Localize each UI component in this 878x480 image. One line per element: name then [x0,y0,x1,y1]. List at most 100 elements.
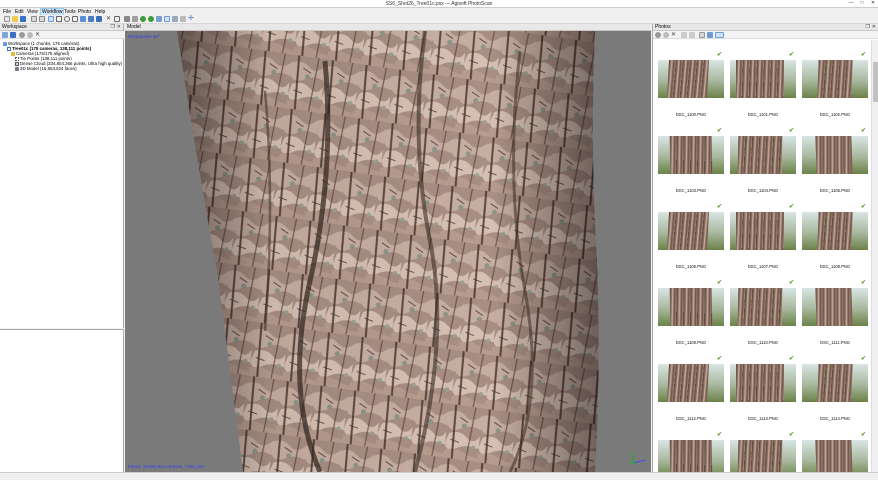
photo-tree-trunk [736,212,784,250]
dense-cloud-view-icon[interactable] [172,16,178,22]
add-chunk-icon[interactable] [2,32,8,38]
scrollbar-thumb[interactable] [873,62,878,102]
enable-cameras-icon[interactable] [655,32,661,38]
photo-tree-trunk [736,364,784,402]
aligned-check-icon: ✔ [789,52,795,58]
cameras-folder-icon [11,51,15,56]
photo-thumbnail[interactable] [658,60,724,98]
aligned-check-icon: ✔ [861,280,867,286]
model-view-icon[interactable] [180,16,186,22]
model-viewport[interactable]: Perspective 30° Faces: 15,653,624 vertic… [125,31,651,472]
photo-thumbnail[interactable] [730,60,796,98]
photo-thumbnail[interactable] [802,136,868,174]
undo-icon[interactable] [31,16,37,22]
point-cloud-icon[interactable] [164,16,170,22]
workspace-icon [3,41,7,46]
rotate-right-icon[interactable] [148,16,154,22]
circle-selection-icon[interactable] [64,16,70,22]
aligned-check-icon: ✔ [717,128,723,134]
photo-thumbnail[interactable] [658,440,724,472]
aligned-check-icon: ✔ [861,204,867,210]
delete-selection-icon[interactable]: ✕ [106,16,112,22]
aligned-check-icon: ✔ [789,280,795,286]
add-photos-icon[interactable] [10,32,16,38]
rectangle-selection-icon[interactable] [56,16,62,22]
maximize-button[interactable]: □ [857,0,867,7]
photo-thumbnail[interactable] [802,288,868,326]
photo-tree-trunk [815,440,853,472]
view-mode-dropdown-icon[interactable] [715,32,724,38]
minimize-button[interactable]: — [846,0,856,7]
main-toolbar: ✕ ✛ [0,15,878,24]
photo-thumbnail[interactable] [802,440,868,472]
remove-cameras-icon[interactable]: ✕ [671,32,677,38]
solid-shading-icon[interactable] [124,16,130,22]
photo-thumbnail[interactable] [658,364,724,402]
reset-filter-icon[interactable] [699,32,705,38]
aligned-check-icon: ✔ [717,204,723,210]
navigation-icon[interactable] [48,16,54,22]
photo-thumbnail[interactable] [730,288,796,326]
photo-thumbnail[interactable] [802,212,868,250]
workspace-toolbar: ✕ [0,31,124,39]
rotate-left-photo-icon[interactable] [681,32,687,38]
disable-icon[interactable] [27,32,33,38]
close-panel-icon[interactable]: ✕ [872,24,876,31]
photo-thumbnail[interactable] [730,440,796,472]
zoom-in-icon[interactable] [156,16,162,22]
remove-item-icon[interactable]: ✕ [35,32,41,38]
photo-filename: DSC_1111.PNG [820,340,850,345]
photos-panel-title: Photos [655,24,671,30]
float-panel-icon[interactable]: ❐ [111,24,115,31]
photo-filename: DSC_1109.PNG [675,340,707,345]
photo-filename: DSC_1104.PNG [747,188,779,193]
photo-filename: DSC_1110.PNG [747,340,779,345]
photos-scrollbar[interactable] [871,40,878,472]
save-icon[interactable] [20,16,26,22]
model-panel-title: Model [127,24,141,30]
photo-thumbnail[interactable] [730,364,796,402]
new-document-icon[interactable] [4,16,10,22]
open-folder-icon[interactable] [12,16,18,22]
rotate-object-icon[interactable] [88,16,94,22]
photo-thumbnail[interactable] [658,212,724,250]
show-cameras-icon[interactable]: ✛ [188,15,194,22]
chunk-icon [7,46,11,51]
model-panel-header: Model [125,24,651,31]
filter-by-point-icon[interactable] [707,32,713,38]
rotate-left-icon[interactable] [140,16,146,22]
close-panel-icon[interactable]: ✕ [117,24,121,31]
photo-tree-trunk [815,288,853,326]
photo-thumbnail[interactable] [802,60,868,98]
photo-tree-trunk [667,60,709,98]
photo-thumbnail[interactable] [658,136,724,174]
photo-thumbnail[interactable] [658,288,724,326]
crop-selection-icon[interactable] [114,16,120,22]
photo-tree-trunk [669,440,713,472]
redo-icon[interactable] [39,16,45,22]
rotate-right-photo-icon[interactable] [689,32,695,38]
photo-thumbnail[interactable] [730,212,796,250]
photo-filename: DSC_1103.PNG [675,188,707,193]
aligned-check-icon: ✔ [789,128,795,134]
photo-tree-trunk [669,136,713,174]
close-button[interactable]: ✕ [868,0,878,7]
wireframe-icon[interactable] [132,16,138,22]
float-panel-icon[interactable]: ❐ [866,24,870,31]
photo-tree-trunk [737,136,783,174]
photo-tree-trunk [736,60,784,98]
enable-icon[interactable] [19,32,25,38]
tree-3d-model[interactable]: 3D Model (15,653,624 faces) [15,66,77,71]
move-object-icon[interactable] [80,16,86,22]
photo-tree-trunk [817,364,853,402]
photo-grid: ✔ DSC_1100.PNG ✔ DSC_1101.PNG ✔ DSC_1102.PNG ✔… [653,40,871,472]
aligned-check-icon: ✔ [789,432,795,438]
photo-thumbnail[interactable] [802,364,868,402]
aligned-check-icon: ✔ [861,432,867,438]
photo-tree-trunk [737,288,783,326]
photo-tree-trunk [817,60,853,98]
photo-thumbnail[interactable] [730,136,796,174]
scale-object-icon[interactable] [96,16,102,22]
free-form-selection-icon[interactable] [72,16,78,22]
disable-cameras-icon[interactable] [663,32,669,38]
